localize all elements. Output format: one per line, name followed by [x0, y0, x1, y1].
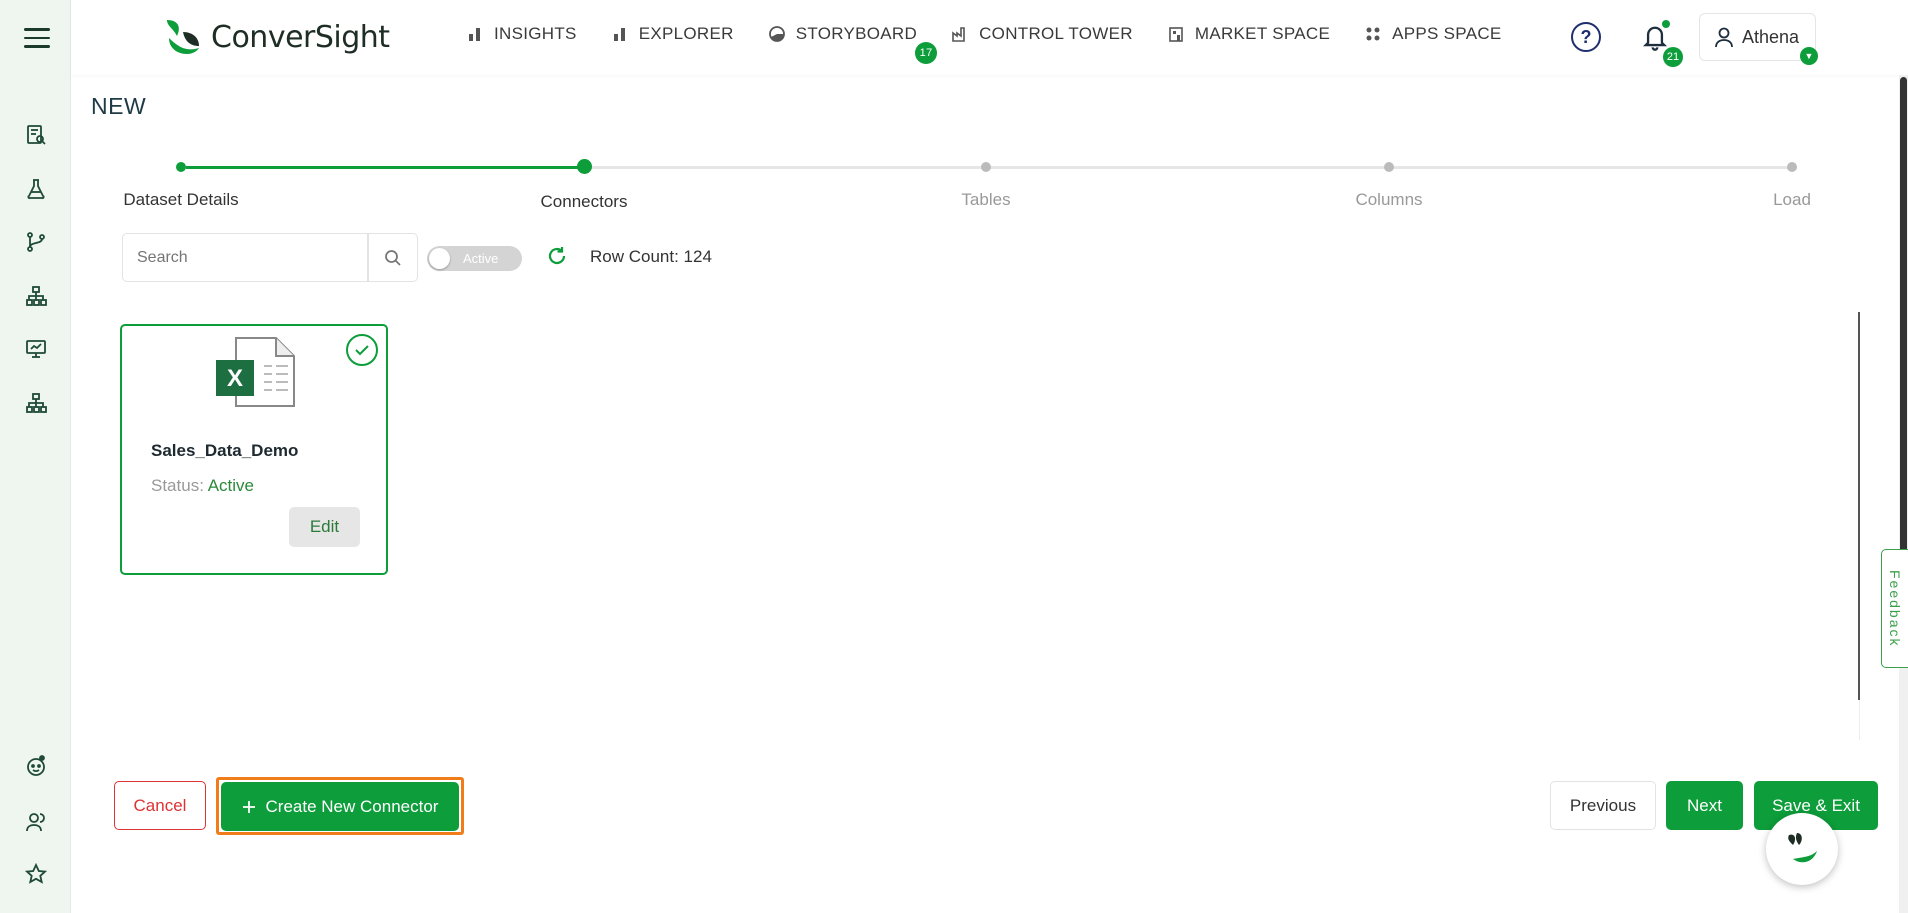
step-dot-dataset-details [176, 162, 186, 172]
hamburger-menu-icon[interactable] [24, 28, 50, 48]
cancel-button[interactable]: Cancel [114, 781, 206, 830]
store-icon [1169, 27, 1183, 42]
bar-chart-icon [613, 28, 625, 41]
refresh-icon[interactable] [545, 244, 569, 268]
bar-chart-icon [469, 28, 480, 41]
grid-dots-icon [1366, 27, 1380, 41]
nav-insights-label: INSIGHTS [494, 24, 577, 43]
app-root: ConverSight INSIGHTS EXPLORER STORYBOARD… [0, 0, 1908, 913]
conversight-logo-icon [163, 18, 203, 56]
nav-storyboard[interactable]: STORYBOARD 17 [768, 24, 938, 64]
nav-market-space-label: MARKET SPACE [1194, 24, 1331, 43]
toggle-knob [429, 248, 450, 269]
previous-button[interactable]: Previous [1550, 781, 1656, 830]
nav-explorer[interactable]: EXPLORER [611, 24, 734, 44]
step-label-connectors[interactable]: Connectors [541, 192, 628, 212]
create-new-connector-button[interactable]: Create New Connector [221, 782, 459, 831]
nav-market-space[interactable]: MARKET SPACE [1167, 24, 1330, 44]
connector-card[interactable]: X Sales_Data_Demo Status: Active Edit [120, 324, 388, 575]
storyboard-count-badge: 17 [915, 42, 938, 64]
selected-check-icon [346, 334, 378, 366]
star-icon[interactable] [22, 860, 50, 888]
left-sidebar [0, 0, 71, 913]
step-connector-line-pending [590, 166, 1790, 169]
nav-apps-space[interactable]: APPS SPACE [1364, 24, 1501, 44]
excel-file-icon: X [214, 336, 296, 408]
notification-count-badge: 21 [1663, 47, 1683, 67]
logo-text: ConverSight [211, 19, 390, 55]
chevron-down-icon[interactable]: ▼ [1800, 47, 1818, 65]
step-label-tables[interactable]: Tables [961, 190, 1010, 210]
users-icon[interactable] [22, 808, 50, 836]
page-scrollbar-thumb[interactable] [1900, 77, 1907, 579]
presentation-chart-icon[interactable] [22, 335, 50, 363]
hierarchy-icon[interactable] [22, 282, 50, 310]
search-button[interactable] [368, 233, 418, 282]
content-scrollbar[interactable] [1858, 312, 1860, 700]
row-count: Row Count: 124 [590, 247, 712, 266]
pie-icon [768, 26, 785, 42]
step-dot-columns [1384, 162, 1394, 172]
step-dot-connectors [577, 159, 592, 174]
help-icon[interactable]: ? [1571, 22, 1601, 52]
plus-icon [242, 800, 255, 813]
conversight-logo[interactable]: ConverSight [163, 18, 390, 56]
step-label-load[interactable]: Load [1773, 190, 1811, 210]
user-icon [1715, 27, 1733, 48]
assistant-chat-icon[interactable] [1766, 813, 1838, 885]
git-branch-icon[interactable] [22, 228, 50, 256]
report-search-icon[interactable] [22, 121, 50, 149]
step-label-columns[interactable]: Columns [1355, 190, 1422, 210]
user-menu[interactable]: Athena [1699, 13, 1816, 61]
nav-control-tower-label: CONTROL TOWER [979, 24, 1133, 43]
page-title: NEW [91, 93, 147, 119]
assistant-face-icon[interactable] [22, 752, 50, 780]
step-dot-load [1787, 162, 1797, 172]
status-label: Status: [151, 476, 204, 495]
toggle-label: Active [463, 251, 499, 266]
nav-insights[interactable]: INSIGHTS [466, 24, 577, 44]
factory-icon [952, 27, 965, 42]
user-name: Athena [1742, 26, 1800, 47]
nav-apps-space-label: APPS SPACE [1392, 24, 1502, 43]
search-icon [385, 249, 401, 266]
org-chart-icon[interactable] [22, 389, 50, 417]
active-toggle[interactable]: Active [427, 246, 522, 271]
create-new-connector-label: Create New Connector [265, 796, 439, 816]
nav-storyboard-label: STORYBOARD [795, 24, 918, 43]
step-dot-tables [981, 162, 991, 172]
notification-dot [1662, 20, 1670, 28]
edit-connector-button[interactable]: Edit [289, 507, 360, 547]
main-nav: INSIGHTS EXPLORER STORYBOARD 17 CONTROL … [466, 24, 1536, 64]
connector-status: Status: Active [151, 476, 254, 496]
step-connector-line-done [186, 166, 582, 169]
nav-control-tower[interactable]: CONTROL TOWER [951, 24, 1133, 44]
status-value: Active [207, 476, 255, 495]
content-edge [1858, 700, 1860, 740]
search-input[interactable] [122, 233, 368, 282]
nav-explorer-label: EXPLORER [638, 24, 734, 43]
step-label-dataset-details[interactable]: Dataset Details [123, 190, 238, 210]
connector-name: Sales_Data_Demo [151, 441, 299, 460]
dataset-stepper: Dataset Details Connectors Tables Column… [0, 155, 1908, 215]
next-button[interactable]: Next [1666, 781, 1743, 830]
feedback-tab[interactable]: Feedback [1881, 549, 1908, 668]
svg-text:X: X [227, 365, 243, 392]
